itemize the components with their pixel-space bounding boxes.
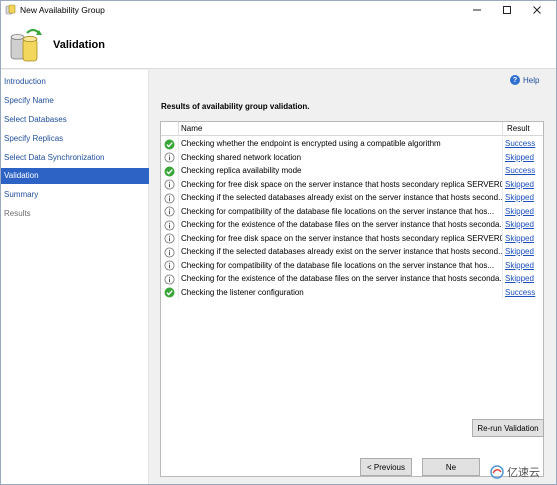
title-bar[interactable]: New Availability Group — [1, 1, 556, 19]
check-result-link[interactable]: Skipped — [502, 272, 544, 286]
check-name: Checking for the existence of the databa… — [178, 218, 502, 232]
availability-group-wizard-icon — [10, 28, 42, 62]
info-icon — [164, 179, 175, 190]
check-result-link[interactable]: Success — [502, 285, 544, 299]
close-icon[interactable] — [523, 1, 551, 19]
info-icon — [164, 260, 175, 271]
success-check-icon — [164, 139, 175, 149]
info-icon — [164, 219, 175, 231]
watermark: 亿速云 — [490, 463, 554, 481]
help-link[interactable]: ? Help — [510, 73, 539, 87]
table-row[interactable]: Checking for free disk space on the serv… — [161, 177, 544, 191]
nav-item-summary[interactable]: Summary — [1, 187, 149, 203]
main-content: ? Help Results of availability group val… — [150, 70, 556, 484]
nav-item-select-databases[interactable]: Select Databases — [1, 112, 149, 128]
check-name: Checking if the selected databases alrea… — [178, 245, 502, 259]
check-result-link[interactable]: Skipped — [502, 177, 544, 191]
help-label: Help — [523, 75, 540, 85]
table-row[interactable]: Checking if the selected databases alrea… — [161, 245, 543, 259]
check-result-link[interactable]: Skipped — [502, 245, 544, 259]
check-result-link[interactable]: Skipped — [502, 204, 544, 218]
table-row[interactable]: Checking replica availability mode Succes… — [161, 164, 543, 178]
check-name: Checking for the existence of the databa… — [178, 272, 502, 286]
info-icon — [164, 246, 175, 258]
info-icon — [164, 233, 175, 244]
grid-header: Name Result — [161, 122, 543, 136]
check-name: Checking the listener configuration — [178, 285, 502, 299]
table-row[interactable]: Checking whether the endpoint is encrypt… — [161, 137, 543, 151]
check-result-link[interactable]: Success — [502, 164, 544, 178]
wizard-window: New Availability Group Validation Introd… — [0, 0, 557, 485]
table-row[interactable]: Checking for free disk space on the serv… — [161, 231, 544, 245]
page-title: Validation — [53, 39, 105, 51]
column-header-result[interactable]: Result — [502, 122, 544, 136]
previous-button[interactable]: < Previous — [360, 458, 412, 476]
nav-item-specify-name[interactable]: Specify Name — [1, 93, 149, 109]
nav-item-select-data-synchronization[interactable]: Select Data Synchronization — [1, 150, 149, 166]
check-name: Checking replica availability mode — [178, 164, 502, 178]
check-result-link[interactable]: Skipped — [502, 191, 544, 205]
table-row[interactable]: Checking if the selected databases alrea… — [161, 191, 543, 205]
check-name: Checking shared network location — [178, 150, 502, 164]
nav-item-results: Results — [4, 209, 31, 218]
table-row[interactable]: Checking for the existence of the databa… — [161, 272, 543, 286]
success-check-icon — [164, 166, 175, 176]
check-name: Checking for compatibility of the databa… — [178, 258, 502, 272]
check-result-link[interactable]: Skipped — [502, 218, 544, 232]
wizard-nav: Introduction Specify Name Select Databas… — [1, 70, 149, 484]
check-result-link[interactable]: Skipped — [502, 150, 544, 164]
window-title: New Availability Group — [20, 5, 105, 15]
rerun-validation-button[interactable]: Re-run Validation — [472, 419, 544, 437]
next-button[interactable]: Ne — [422, 458, 480, 476]
check-name: Checking for free disk space on the serv… — [178, 231, 502, 245]
check-result-link[interactable]: Skipped — [502, 231, 544, 245]
nav-item-specify-replicas[interactable]: Specify Replicas — [1, 131, 149, 147]
column-header-name[interactable]: Name — [178, 122, 502, 136]
page-header: Validation — [1, 19, 556, 69]
table-row[interactable]: Checking for compatibility of the databa… — [161, 258, 544, 272]
info-icon — [164, 273, 175, 285]
check-name: Checking for compatibility of the databa… — [178, 204, 502, 218]
table-row[interactable]: Checking for compatibility of the databa… — [161, 204, 544, 218]
check-name: Checking for free disk space on the serv… — [178, 177, 502, 191]
info-icon — [164, 192, 175, 204]
nav-item-introduction[interactable]: Introduction — [1, 74, 149, 90]
info-icon — [164, 206, 175, 217]
success-check-icon — [164, 287, 175, 298]
table-row[interactable]: Checking for the existence of the databa… — [161, 218, 543, 232]
yisu-cloud-logo-icon — [490, 465, 504, 479]
table-row[interactable]: Checking shared network location Skipped — [161, 150, 544, 164]
check-name: Checking if the selected databases alrea… — [178, 191, 502, 205]
info-icon — [164, 152, 175, 163]
check-name: Checking whether the endpoint is encrypt… — [178, 137, 502, 151]
watermark-text: 亿速云 — [507, 466, 540, 479]
results-heading: Results of availability group validation… — [161, 102, 310, 111]
minimize-icon[interactable] — [463, 1, 491, 19]
nav-item-validation[interactable]: Validation — [1, 168, 149, 184]
table-row[interactable]: Checking the listener configuration Succe… — [161, 285, 544, 299]
check-result-link[interactable]: Success — [502, 137, 544, 151]
maximize-icon[interactable] — [493, 1, 521, 19]
help-icon: ? — [510, 75, 520, 85]
app-icon — [5, 4, 16, 15]
check-result-link[interactable]: Skipped — [502, 258, 544, 272]
